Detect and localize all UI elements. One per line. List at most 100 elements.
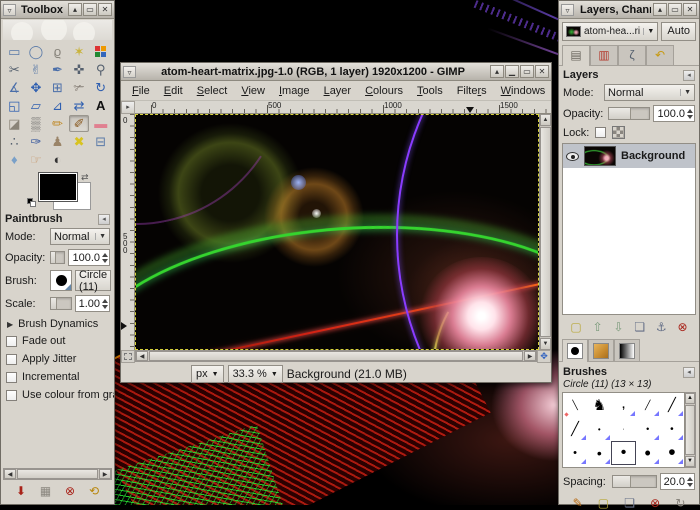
tool-move[interactable]: ✥ <box>26 79 47 96</box>
duplicate-layer-button[interactable]: ❏ <box>634 320 645 334</box>
tool-ellipse-select[interactable]: ◯ <box>26 43 47 60</box>
brush-cell[interactable]: • <box>636 441 660 465</box>
lock-checkbox[interactable] <box>595 127 606 138</box>
tab-patterns[interactable] <box>588 339 614 361</box>
scroll-left-icon[interactable]: ◀ <box>4 469 16 479</box>
shade-button[interactable]: ▴ <box>68 3 82 16</box>
tool-flip[interactable]: ⇄ <box>69 97 90 114</box>
restore-options-button[interactable]: ▦ <box>40 484 51 498</box>
brush-scrollbar[interactable]: ▲ ▼ <box>685 392 696 468</box>
tool-blur-sharpen[interactable]: ♦ <box>4 151 25 168</box>
paint-mode-select[interactable]: Normal ▼ <box>50 228 110 245</box>
maximize-button[interactable]: ▭ <box>83 3 97 16</box>
close-button[interactable]: ✕ <box>535 65 549 78</box>
window-menu-icon[interactable]: ▿ <box>3 4 16 16</box>
foreground-color-swatch[interactable] <box>39 173 77 201</box>
scroll-down-icon[interactable]: ▼ <box>540 338 551 350</box>
tool-paths[interactable]: ✒ <box>47 61 68 78</box>
layer-mode-select[interactable]: Normal ▼ <box>604 84 695 101</box>
scroll-right-icon[interactable]: ▶ <box>99 469 111 479</box>
tool-airbrush[interactable]: ∴ <box>4 133 25 150</box>
spinner-arrows-icon[interactable] <box>102 299 108 309</box>
dock-arrow-icon[interactable]: ◂ <box>683 367 695 378</box>
tool-eraser[interactable]: ▬ <box>90 115 111 132</box>
scroll-up-icon[interactable]: ▲ <box>685 393 695 404</box>
tool-rectangle-select[interactable]: ▭ <box>4 43 25 60</box>
dock-arrow-icon[interactable]: ◂ <box>98 214 110 225</box>
menu-edit[interactable]: Edit <box>157 83 190 99</box>
brush-preview[interactable] <box>50 270 72 291</box>
save-options-button[interactable]: ⬇ <box>16 484 26 498</box>
brush-cell[interactable]: • <box>660 441 684 465</box>
tool-perspective-clone[interactable]: ⊟ <box>90 133 111 150</box>
layer-opacity-slider[interactable] <box>608 107 650 120</box>
tool-select-by-color[interactable] <box>90 43 111 60</box>
reset-options-button[interactable]: ⟲ <box>89 484 99 498</box>
brush-cell[interactable]: • <box>636 465 660 468</box>
default-colors-icon[interactable] <box>27 198 37 208</box>
visibility-eye-icon[interactable] <box>566 152 579 161</box>
tab-layers[interactable]: ▤ <box>562 45 590 66</box>
spinner-arrows-icon[interactable] <box>102 253 108 263</box>
edit-brush-button[interactable]: ✎ <box>573 496 583 510</box>
brush-cell[interactable]: • <box>587 417 611 441</box>
brush-cell[interactable]: • <box>587 441 611 465</box>
menu-image[interactable]: Image <box>272 83 317 99</box>
anchor-layer-button[interactable]: ⚓ <box>656 320 667 334</box>
lower-layer-button[interactable]: ⇩ <box>613 320 623 334</box>
brush-cell[interactable]: • <box>611 441 635 465</box>
brush-cell[interactable]: • <box>660 417 684 441</box>
auto-button[interactable]: Auto <box>661 22 696 41</box>
spacing-slider[interactable] <box>612 475 657 488</box>
tool-rotate[interactable]: ↻ <box>90 79 111 96</box>
swap-colors-icon[interactable]: ⇄ <box>81 172 89 183</box>
menu-select[interactable]: Select <box>190 83 235 99</box>
tool-scissors-select[interactable]: ✂ <box>4 61 25 78</box>
tool-shear[interactable]: ▱ <box>26 97 47 114</box>
tab-channels[interactable]: ▥ <box>590 45 618 65</box>
new-brush-button[interactable]: ▢ <box>598 496 609 510</box>
menu-layer[interactable]: Layer <box>317 83 359 99</box>
brush-cell[interactable]: ╱ <box>636 393 660 417</box>
toolbox-titlebar[interactable]: ▿ Toolbox ▴▭✕ <box>1 1 114 19</box>
dock-arrow-icon[interactable]: ◂ <box>683 70 695 81</box>
brush-cell[interactable]: • <box>660 465 684 468</box>
close-button[interactable]: ✕ <box>683 3 697 16</box>
lock-alpha-icon[interactable] <box>612 126 625 139</box>
close-button[interactable]: ✕ <box>98 3 112 16</box>
scroll-left-icon[interactable]: ◀ <box>136 351 148 361</box>
brush-cell[interactable]: · <box>611 417 635 441</box>
duplicate-brush-button[interactable]: ❏ <box>624 496 635 510</box>
tool-paintbrush[interactable]: ✐ <box>69 115 90 132</box>
horizontal-scrollbar[interactable]: ◀ ▶ <box>135 350 537 362</box>
delete-layer-button[interactable]: ⊗ <box>677 320 687 334</box>
scroll-right-icon[interactable]: ▶ <box>524 351 536 361</box>
scroll-down-icon[interactable]: ▼ <box>685 456 695 467</box>
image-selector[interactable]: atom-hea...rix.jpg-1 ▼ <box>562 22 658 41</box>
tab-undo-history[interactable]: ↶ <box>646 45 674 65</box>
shade-button[interactable]: ▴ <box>490 65 504 78</box>
quickmask-toggle[interactable] <box>121 350 135 363</box>
menu-filters[interactable]: Filters <box>450 83 494 99</box>
checkbox-1[interactable] <box>6 354 17 365</box>
tool-smudge[interactable]: ☞ <box>26 151 47 168</box>
image-canvas[interactable] <box>135 114 539 350</box>
tool-pencil[interactable]: ✏ <box>47 115 68 132</box>
menu-tools[interactable]: Tools <box>410 83 450 99</box>
scale-spinner[interactable]: 1.00 <box>75 295 110 312</box>
menu-view[interactable]: View <box>234 83 272 99</box>
tool-align[interactable]: ⊞ <box>47 79 68 96</box>
brush-select[interactable]: Circle (11) <box>75 270 111 291</box>
brush-cell[interactable]: • <box>587 465 611 468</box>
tool-ink[interactable]: ✑ <box>26 133 47 150</box>
brush-cell[interactable]: , <box>611 393 635 417</box>
tab-paths[interactable]: ζ <box>618 45 646 65</box>
tab-brushes[interactable] <box>562 339 588 362</box>
checkbox-3[interactable] <box>6 390 17 401</box>
tool-crop[interactable]: ✃ <box>69 79 90 96</box>
brush-dynamics-expander[interactable]: ▶ Brush Dynamics <box>1 314 114 332</box>
tool-fuzzy-select[interactable]: ✶ <box>69 43 90 60</box>
tool-zoom[interactable]: ⚲ <box>90 61 111 78</box>
tool-scale[interactable]: ◱ <box>4 97 25 114</box>
brush-cell[interactable]: • <box>563 465 587 468</box>
